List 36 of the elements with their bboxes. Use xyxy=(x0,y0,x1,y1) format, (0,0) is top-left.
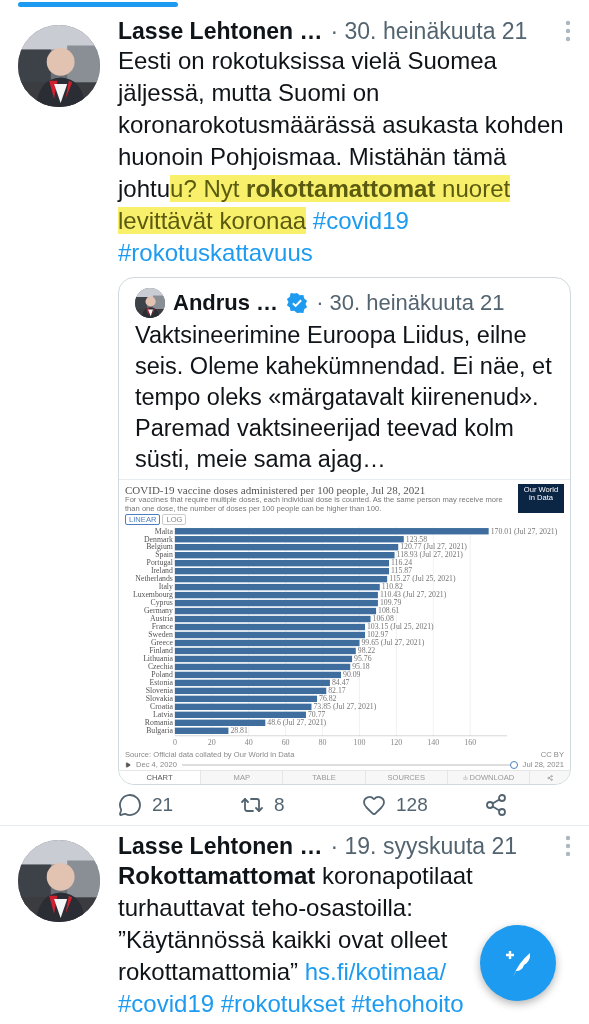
axis-tick: 40 xyxy=(244,737,253,746)
share-button[interactable] xyxy=(484,793,508,817)
hashtag-link[interactable]: #covid19 xyxy=(312,207,409,234)
author-name[interactable]: Andrus … xyxy=(173,290,279,316)
like-button[interactable] xyxy=(362,793,386,817)
slider-thumb[interactable] xyxy=(509,760,518,769)
hashtag-link[interactable]: #tehohoito xyxy=(351,990,464,1017)
tweet-text: Rokottamattomat koronapotilaat turhauttavat teho-osastoilla: ”Käytännössä kaikki ovat olleet rokottamattomia” hs.fi/kotimaa/ #covid19 #rokotukset #tehohoito xyxy=(118,861,474,1019)
action-count: 8 xyxy=(274,794,285,816)
axis-tick: 80 xyxy=(318,737,327,746)
axis-tick: 120 xyxy=(390,737,403,746)
tweet-date: · 30. heinäkuuta 21 xyxy=(316,290,506,316)
tweet-date: · 19. syyskuuta 21 xyxy=(330,832,519,860)
axis-tick: 100 xyxy=(353,737,366,746)
axis-tick: 0 xyxy=(172,737,177,746)
hashtag-link[interactable]: #covid19 xyxy=(118,990,215,1017)
author-name[interactable]: Lasse Lehtonen … xyxy=(118,832,323,860)
axis-tick: 60 xyxy=(281,737,290,746)
chart-title: COVID-19 vaccine doses administered per 100 people, Jul 28, 2021 xyxy=(125,484,427,496)
action-count: 128 xyxy=(396,794,428,816)
quoted-tweet[interactable] xyxy=(118,277,571,785)
url-link[interactable]: hs.fi/kotimaa/ xyxy=(304,958,447,985)
download-icon xyxy=(462,775,468,780)
quoted-text: Vaktsineerimine Euroopa Liidus, eilne seis. Oleme kahekümnendad. Ei näe, et tempo oleks «märgatavalt kiirenenud». Paremad vaktsineerijad teevad kolm süsti, meie sama ajag… xyxy=(134,321,553,474)
tweet-text: Eesti on rokotuksissa vielä Suomea jäljessä, mutta Suomi on koronarokotusmäärässä asukasta kohden huonoin Pohjoismaa. Mistähän tämä johtuu? Nyt rokottamattomat nuoret levittävät koronaa #covid19 #rokotuskattavuus xyxy=(118,46,565,268)
axis-tick: 160 xyxy=(464,737,477,746)
axis-tick: 20 xyxy=(207,737,216,746)
tweet-date: · 30. heinäkuuta 21 xyxy=(330,17,529,45)
compose-button[interactable] xyxy=(480,925,556,1001)
play-icon[interactable] xyxy=(125,761,131,768)
axis-tick: 140 xyxy=(427,737,440,746)
author-name[interactable]: Lasse Lehtonen … xyxy=(118,17,323,45)
reply-button[interactable] xyxy=(118,793,142,817)
hashtag-link[interactable]: #rokotukset xyxy=(220,990,345,1017)
action-count: 21 xyxy=(152,794,174,816)
hashtag-link[interactable]: #rokotuskattavuus xyxy=(118,239,313,266)
